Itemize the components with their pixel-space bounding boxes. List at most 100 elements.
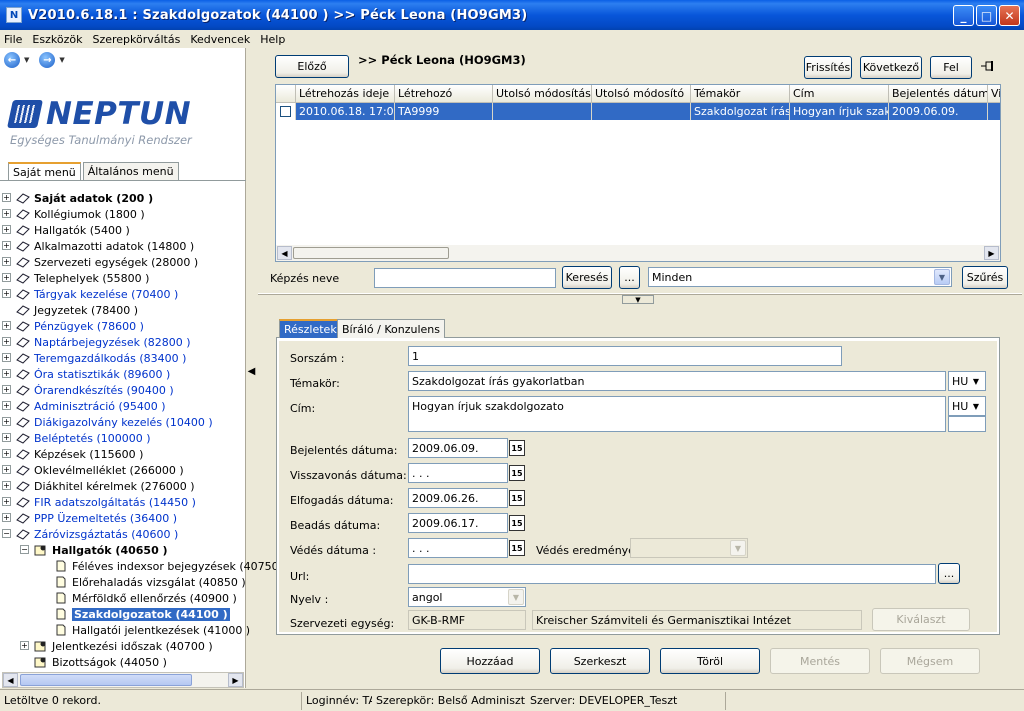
back-dropdown-icon[interactable]: ▼ — [24, 56, 29, 64]
back-arrow-icon[interactable]: ← — [4, 52, 20, 68]
tree-horizontal-scrollbar[interactable]: ◀ ▶ — [2, 672, 244, 688]
expand-icon[interactable]: + — [2, 209, 11, 218]
tree-item[interactable]: Adminisztráció (95400 ) — [16, 398, 166, 414]
expand-icon[interactable]: + — [2, 417, 11, 426]
splitter-arrow-icon[interactable]: ▼ — [622, 295, 654, 304]
expand-icon[interactable]: + — [2, 385, 11, 394]
row-checkbox[interactable] — [276, 103, 296, 120]
expand-icon[interactable]: + — [2, 289, 11, 298]
expand-icon[interactable]: + — [2, 353, 11, 362]
temakor-lang-select[interactable]: HU ▼ — [948, 371, 986, 391]
close-button[interactable]: ✕ — [999, 5, 1020, 26]
expand-icon[interactable]: + — [2, 433, 11, 442]
expand-icon[interactable]: + — [2, 273, 11, 282]
tree-item[interactable]: Hallgatói jelentkezések (41000 ) — [54, 622, 250, 638]
chevron-down-icon[interactable]: ▼ — [968, 373, 984, 389]
next-button[interactable]: Következő — [860, 56, 922, 79]
tree-item[interactable]: Óra statisztikák (89600 ) — [16, 366, 170, 382]
tab-reviewer[interactable]: Bíráló / Konzulens — [337, 319, 445, 338]
tree-item[interactable]: Teremgazdálkodás (83400 ) — [16, 350, 186, 366]
menu-help[interactable]: Help — [260, 33, 285, 46]
tab-general-menu[interactable]: Általános menü — [82, 162, 179, 180]
pin-icon[interactable] — [980, 60, 996, 72]
cim-lang-select[interactable]: HU ▼ — [948, 396, 986, 416]
tree-item-selected[interactable]: Szakdolgozatok (44100 ) — [54, 606, 230, 622]
column-header[interactable]: Témakör — [691, 85, 790, 103]
tree-item[interactable]: Alkalmazotti adatok (14800 ) — [16, 238, 194, 254]
expand-icon[interactable]: + — [2, 481, 11, 490]
expand-icon[interactable]: + — [2, 449, 11, 458]
calendar-icon[interactable]: 15 — [509, 490, 525, 506]
tree-item[interactable]: PPP Üzemeltetés (36400 ) — [16, 510, 177, 526]
expand-icon[interactable]: + — [2, 369, 11, 378]
filter-select[interactable]: Minden ▼ — [648, 267, 952, 287]
column-header[interactable]: Létrehozás ideje — [296, 85, 395, 103]
expand-icon[interactable]: + — [2, 193, 11, 202]
tree-item[interactable]: Beléptetés (100000 ) — [16, 430, 151, 446]
scroll-left-icon[interactable]: ◀ — [3, 673, 18, 687]
column-header[interactable]: Vi — [988, 85, 1000, 103]
visszavonas-date[interactable]: . . . — [408, 463, 508, 483]
expand-icon[interactable]: + — [2, 257, 11, 266]
tree-item[interactable]: FIR adatszolgáltatás (14450 ) — [16, 494, 196, 510]
cancel-button[interactable]: Mégsem — [880, 648, 980, 674]
tree-item[interactable]: Telephelyek (55800 ) — [16, 270, 149, 286]
column-header[interactable]: Utolsó módosítás ... — [493, 85, 592, 103]
filter-button[interactable]: Szűrés — [962, 266, 1008, 289]
elfogadas-date[interactable]: 2009.06.26. — [408, 488, 508, 508]
expand-icon[interactable]: + — [2, 497, 11, 506]
more-button[interactable]: ... — [619, 266, 640, 289]
scroll-right-icon[interactable]: ▶ — [228, 673, 243, 687]
vedes-eredmeny-select[interactable]: ▼ — [630, 538, 748, 558]
tree-item[interactable]: Diákhitel kérelmek (276000 ) — [16, 478, 195, 494]
collapse-icon[interactable]: − — [20, 545, 29, 554]
tree-item[interactable]: Jelentkezési időszak (40700 ) — [34, 638, 213, 654]
expand-icon[interactable]: + — [2, 337, 11, 346]
cim-field[interactable]: Hogyan írjuk szakdolgozato — [408, 396, 946, 432]
tree-item[interactable]: Órarendkészítés (90400 ) — [16, 382, 174, 398]
tree-item[interactable]: Pénzügyek (78600 ) — [16, 318, 144, 334]
calendar-icon[interactable]: 15 — [509, 465, 525, 481]
tree-item[interactable]: Tárgyak kezelése (70400 ) — [16, 286, 178, 302]
tree-item[interactable]: Előrehaladás vizsgálat (40850 ) — [54, 574, 246, 590]
scroll-right-icon[interactable]: ▶ — [984, 246, 999, 260]
up-button[interactable]: Fel — [930, 56, 972, 79]
column-header[interactable]: Bejelentés dátuma — [889, 85, 988, 103]
calendar-icon[interactable]: 15 — [509, 440, 525, 456]
select-org-button[interactable]: Kiválaszt — [872, 608, 970, 631]
column-header[interactable] — [276, 85, 296, 103]
url-field[interactable] — [408, 564, 936, 584]
tree-item[interactable]: Mérföldkő ellenőrzés (40900 ) — [54, 590, 237, 606]
expand-icon[interactable]: + — [2, 241, 11, 250]
tab-own-menu[interactable]: Saját menü — [8, 162, 81, 180]
tree-item[interactable]: Szervezeti egységek (28000 ) — [16, 254, 198, 270]
tab-details[interactable]: Részletek — [279, 319, 342, 338]
tree-item[interactable]: Képzések (115600 ) — [16, 446, 143, 462]
tree-item[interactable]: Saját adatok (200 ) — [16, 190, 153, 206]
tree-item[interactable]: Jegyzetek (78400 ) — [16, 302, 138, 318]
tree-item[interactable]: Kollégiumok (1800 ) — [16, 206, 145, 222]
maximize-button[interactable]: □ — [976, 5, 997, 26]
column-header[interactable]: Cím — [790, 85, 889, 103]
chevron-down-icon[interactable]: ▼ — [968, 398, 984, 414]
sorszam-field[interactable]: 1 — [408, 346, 842, 366]
menu-tools[interactable]: Eszközök — [32, 33, 82, 46]
expand-icon[interactable]: + — [2, 225, 11, 234]
beadas-date[interactable]: 2009.06.17. — [408, 513, 508, 533]
grid-horizontal-scrollbar[interactable]: ◀ ▶ — [276, 245, 1000, 261]
expand-icon[interactable]: + — [2, 401, 11, 410]
temakor-field[interactable]: Szakdolgozat írás gyakorlatban — [408, 371, 946, 391]
tree-item[interactable]: Diákigazolvány kezelés (10400 ) — [16, 414, 213, 430]
expand-icon[interactable]: + — [20, 641, 29, 650]
collapse-panel-icon[interactable]: ◀ — [247, 358, 256, 384]
calendar-icon[interactable]: 15 — [509, 515, 525, 531]
column-header[interactable]: Utolsó módosító — [592, 85, 691, 103]
tree-item[interactable]: Hallgatók (5400 ) — [16, 222, 130, 238]
chevron-down-icon[interactable]: ▼ — [508, 589, 524, 605]
expand-icon[interactable]: + — [2, 465, 11, 474]
menu-role-switch[interactable]: Szerepkörváltás — [92, 33, 180, 46]
menu-file[interactable]: File — [4, 33, 22, 46]
tree-item[interactable]: Féléves indexsor bejegyzések (40750 — [54, 558, 279, 574]
collapse-icon[interactable]: − — [2, 529, 11, 538]
expand-icon[interactable]: + — [2, 321, 11, 330]
